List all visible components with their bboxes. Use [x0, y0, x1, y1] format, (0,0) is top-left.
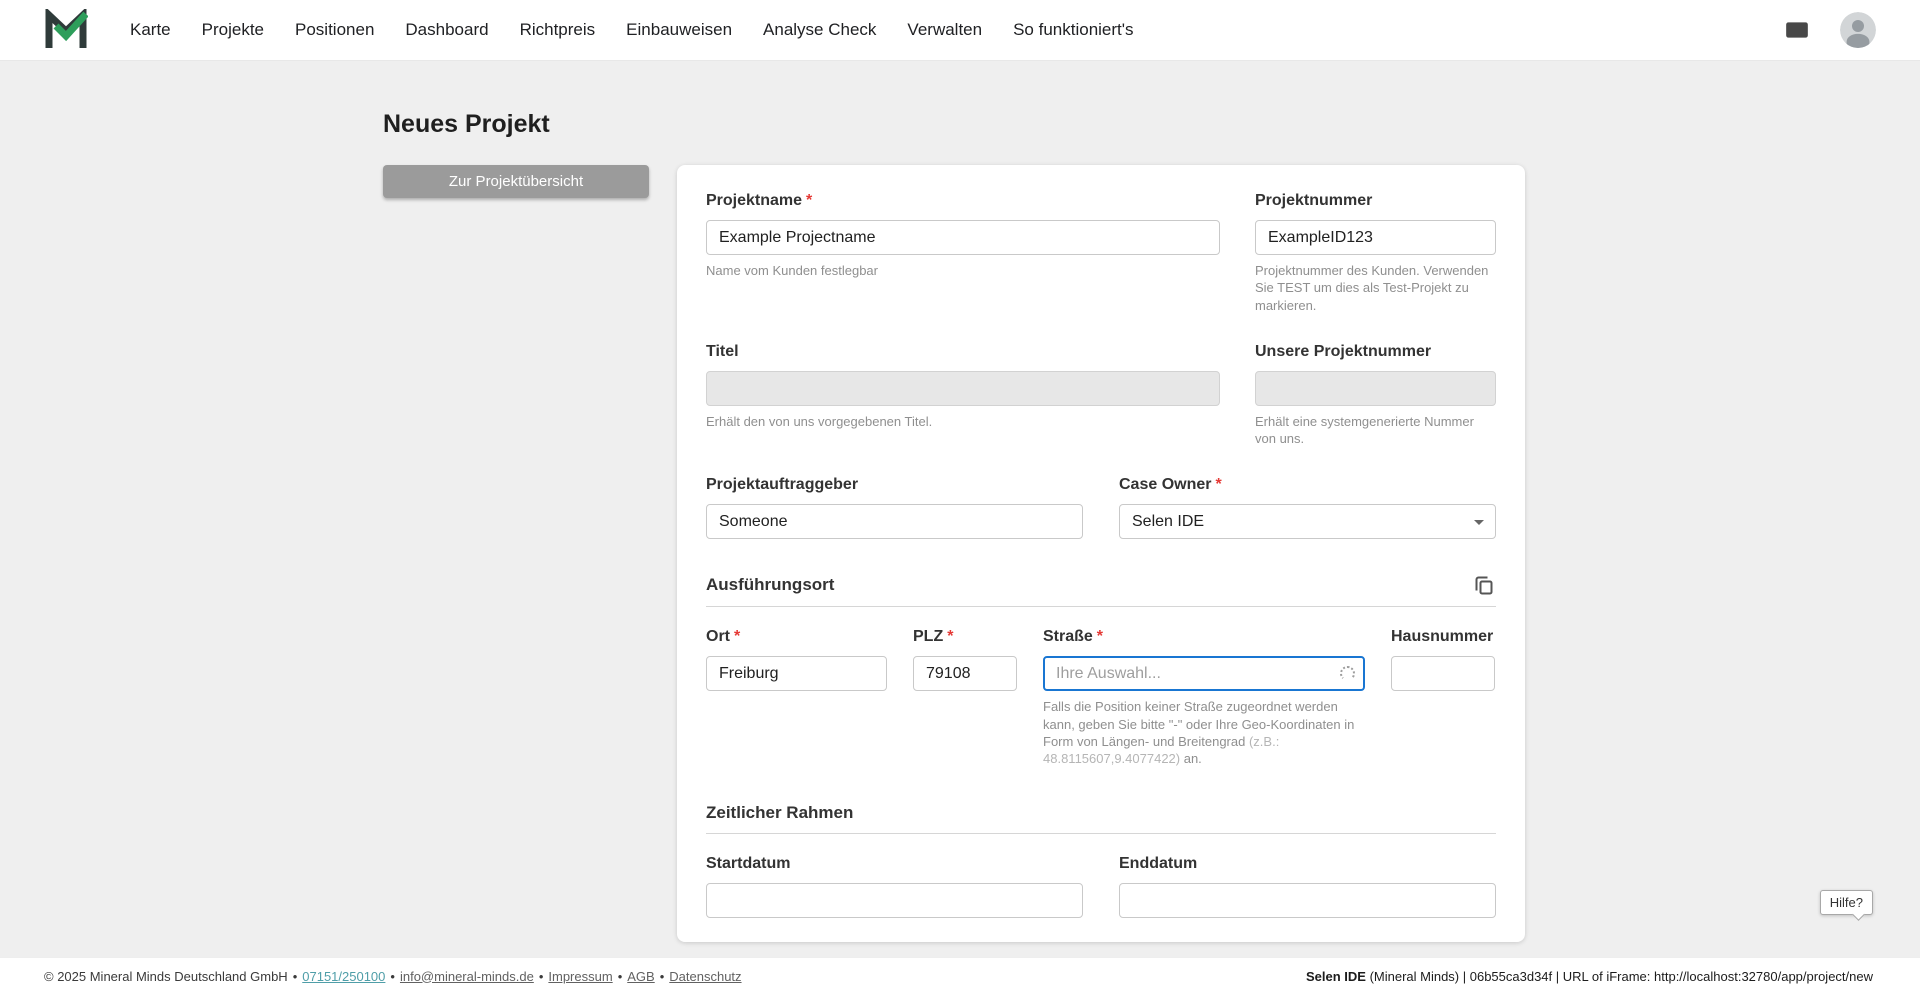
nav-item-positionen[interactable]: Positionen — [295, 20, 374, 40]
strasse-input[interactable] — [1043, 656, 1365, 691]
projektname-helper: Name vom Kunden festlegbar — [706, 262, 1220, 279]
ausfuehrungsort-title: Ausführungsort — [706, 574, 834, 596]
session-info: Selen IDE (Mineral Minds) | 06b55ca3d34f… — [1306, 969, 1873, 984]
strasse-helper: Falls die Position keiner Straße zugeord… — [1043, 698, 1365, 767]
titel-helper: Erhält den von uns vorgegebenen Titel. — [706, 413, 1220, 430]
avatar[interactable] — [1840, 12, 1876, 48]
footer-link-impressum[interactable]: Impressum — [548, 969, 612, 984]
nav-item-karte[interactable]: Karte — [130, 20, 171, 40]
form-row-name-number: Projektname* Name vom Kunden festlegbar … — [706, 191, 1496, 314]
titel-input — [706, 371, 1220, 406]
keyboard-icon[interactable] — [1780, 17, 1814, 43]
footer-link-datenschutz[interactable]: Datenschutz — [669, 969, 741, 984]
case-owner-value: Selen IDE — [1119, 504, 1496, 539]
main-menu: Karte Projekte Positionen Dashboard Rich… — [130, 20, 1134, 40]
bullet-separator: • — [293, 969, 298, 984]
field-strasse: Straße* Falls die Position keiner Straße… — [1043, 627, 1365, 767]
plz-input[interactable] — [913, 656, 1017, 691]
required-marker: * — [1097, 628, 1103, 645]
hausnummer-label: Hausnummer — [1391, 627, 1495, 647]
logo-icon — [44, 9, 88, 51]
bullet-separator: • — [390, 969, 395, 984]
section-zeitlicher-rahmen: Zeitlicher Rahmen — [706, 802, 1496, 824]
enddatum-label: Enddatum — [1119, 854, 1496, 874]
startdatum-input[interactable] — [706, 883, 1083, 918]
nav-item-richtpreis[interactable]: Richtpreis — [520, 20, 596, 40]
field-projektname: Projektname* Name vom Kunden festlegbar — [706, 191, 1220, 314]
field-hausnummer: Hausnummer — [1391, 627, 1495, 767]
nav-item-einbauweisen[interactable]: Einbauweisen — [626, 20, 732, 40]
divider — [706, 606, 1496, 607]
footer-link-email[interactable]: info@mineral-minds.de — [400, 969, 534, 984]
case-owner-label: Case Owner* — [1119, 475, 1496, 495]
nav-item-so-funktionierts[interactable]: So funktioniert's — [1013, 20, 1133, 40]
required-marker: * — [734, 628, 740, 645]
divider — [706, 833, 1496, 834]
unsere-projektnummer-label: Unsere Projektnummer — [1255, 342, 1496, 362]
zeitlicher-rahmen-title: Zeitlicher Rahmen — [706, 802, 853, 824]
copyright-text: © 2025 Mineral Minds Deutschland GmbH — [44, 969, 288, 984]
titel-label: Titel — [706, 342, 1220, 362]
chevron-down-icon — [1474, 520, 1484, 525]
loading-spinner-icon — [1340, 666, 1355, 681]
section-ausfuehrungsort: Ausführungsort — [706, 573, 1496, 597]
project-form-card: Projektname* Name vom Kunden festlegbar … — [677, 165, 1525, 942]
projektnummer-label: Projektnummer — [1255, 191, 1496, 211]
projektauftraggeber-input[interactable] — [706, 504, 1083, 539]
form-row-titel-unsere: Titel Erhält den von uns vorgegebenen Ti… — [706, 342, 1496, 448]
ort-input[interactable] — [706, 656, 887, 691]
field-ort: Ort* — [706, 627, 887, 767]
strasse-label: Straße* — [1043, 627, 1365, 647]
projektauftraggeber-label: Projektauftraggeber — [706, 475, 1083, 495]
footer-link-phone[interactable]: 07151/250100 — [302, 969, 385, 984]
projektname-label: Projektname* — [706, 191, 1220, 211]
field-startdatum: Startdatum — [706, 854, 1083, 918]
hausnummer-input[interactable] — [1391, 656, 1495, 691]
required-marker: * — [1215, 476, 1221, 493]
form-row-dates: Startdatum Enddatum — [706, 854, 1496, 918]
user-icon — [1840, 12, 1876, 48]
mineral-minds-logo[interactable] — [44, 9, 88, 51]
plz-label: PLZ* — [913, 627, 1017, 647]
field-projektnummer: Projektnummer Projektnummer des Kunden. … — [1255, 191, 1496, 314]
footer-links: © 2025 Mineral Minds Deutschland GmbH • … — [44, 969, 742, 984]
ort-label: Ort* — [706, 627, 887, 647]
nav-item-analyse-check[interactable]: Analyse Check — [763, 20, 876, 40]
help-button[interactable]: Hilfe? — [1820, 890, 1873, 915]
nav-item-projekte[interactable]: Projekte — [202, 20, 264, 40]
bullet-separator: • — [660, 969, 665, 984]
form-row-auftraggeber-owner: Projektauftraggeber Case Owner* Selen ID… — [706, 475, 1496, 539]
field-case-owner: Case Owner* Selen IDE — [1119, 475, 1496, 539]
unsere-projektnummer-helper: Erhält eine systemgenerierte Nummer von … — [1255, 413, 1496, 448]
top-nav: Karte Projekte Positionen Dashboard Rich… — [0, 0, 1920, 61]
required-marker: * — [947, 628, 953, 645]
projektname-input[interactable] — [706, 220, 1220, 255]
field-projektauftraggeber: Projektauftraggeber — [706, 475, 1083, 539]
field-unsere-projektnummer: Unsere Projektnummer Erhält eine systemg… — [1255, 342, 1496, 448]
projektnummer-input[interactable] — [1255, 220, 1496, 255]
enddatum-input[interactable] — [1119, 883, 1496, 918]
copy-icon[interactable] — [1472, 573, 1496, 597]
footer-link-agb[interactable]: AGB — [627, 969, 654, 984]
case-owner-select[interactable]: Selen IDE — [1119, 504, 1496, 539]
form-row-address: Ort* PLZ* Straße* Falls die Position k — [706, 627, 1496, 767]
field-plz: PLZ* — [913, 627, 1017, 767]
main-content: Neues Projekt Zur Projektübersicht Proje… — [0, 61, 1920, 957]
bullet-separator: • — [618, 969, 623, 984]
nav-item-verwalten[interactable]: Verwalten — [907, 20, 982, 40]
field-titel: Titel Erhält den von uns vorgegebenen Ti… — [706, 342, 1220, 448]
nav-right-tools — [1780, 12, 1876, 48]
required-marker: * — [806, 192, 812, 209]
footer: © 2025 Mineral Minds Deutschland GmbH • … — [0, 957, 1920, 994]
bullet-separator: • — [539, 969, 544, 984]
nav-item-dashboard[interactable]: Dashboard — [405, 20, 488, 40]
session-details: (Mineral Minds) | 06b55ca3d34f | URL of … — [1366, 969, 1873, 984]
page-title: Neues Projekt — [383, 109, 1525, 139]
field-enddatum: Enddatum — [1119, 854, 1496, 918]
unsere-projektnummer-input — [1255, 371, 1496, 406]
session-user: Selen IDE — [1306, 969, 1366, 984]
projektnummer-helper: Projektnummer des Kunden. Verwenden Sie … — [1255, 262, 1496, 314]
project-overview-button[interactable]: Zur Projektübersicht — [383, 165, 649, 198]
startdatum-label: Startdatum — [706, 854, 1083, 874]
